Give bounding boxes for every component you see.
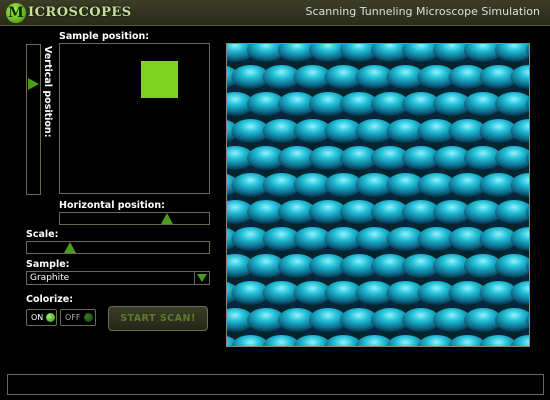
scale-label: Scale: (26, 229, 59, 240)
colorize-on-label: ON (31, 313, 44, 322)
scale-slider-thumb-icon[interactable] (64, 242, 76, 253)
vertical-position-label-wrap: Vertical position: (39, 44, 53, 193)
horizontal-position-slider[interactable] (59, 212, 210, 225)
colorize-label: Colorize: (26, 294, 73, 305)
status-bar (7, 374, 544, 395)
app-header: M ICROSCOPES Scanning Tunneling Microsco… (0, 0, 550, 26)
vertical-position-label: Vertical position: (42, 46, 53, 138)
horizontal-slider-thumb-icon[interactable] (161, 213, 173, 224)
logo-text: ICROSCOPES (28, 5, 132, 20)
horizontal-position-label: Horizontal position: (59, 200, 165, 211)
dropdown-arrow-icon[interactable] (194, 272, 209, 284)
colorize-on-toggle[interactable]: ON (26, 309, 57, 326)
sample-select-label: Sample: (26, 259, 70, 270)
scale-slider[interactable] (26, 241, 210, 254)
sample-select-value: Graphite (30, 273, 70, 283)
scan-image-frame (226, 43, 530, 347)
start-scan-button[interactable]: START SCAN! (108, 306, 208, 331)
microscopes-logo: M ICROSCOPES (6, 2, 132, 23)
vertical-slider-thumb-icon[interactable] (28, 78, 39, 90)
logo-badge: M (6, 2, 26, 23)
sample-select[interactable]: Graphite (26, 271, 210, 285)
sample-position-area[interactable] (59, 43, 210, 194)
app-title: Scanning Tunneling Microscope Simulation (305, 5, 540, 18)
colorize-off-label: OFF (65, 313, 81, 322)
colorize-off-toggle[interactable]: OFF (60, 309, 96, 326)
sample-position-label: Sample position: (59, 31, 150, 42)
off-indicator-icon (83, 313, 93, 322)
scan-image (227, 44, 529, 346)
on-indicator-icon (46, 313, 56, 322)
sample-position-marker[interactable] (141, 61, 178, 98)
